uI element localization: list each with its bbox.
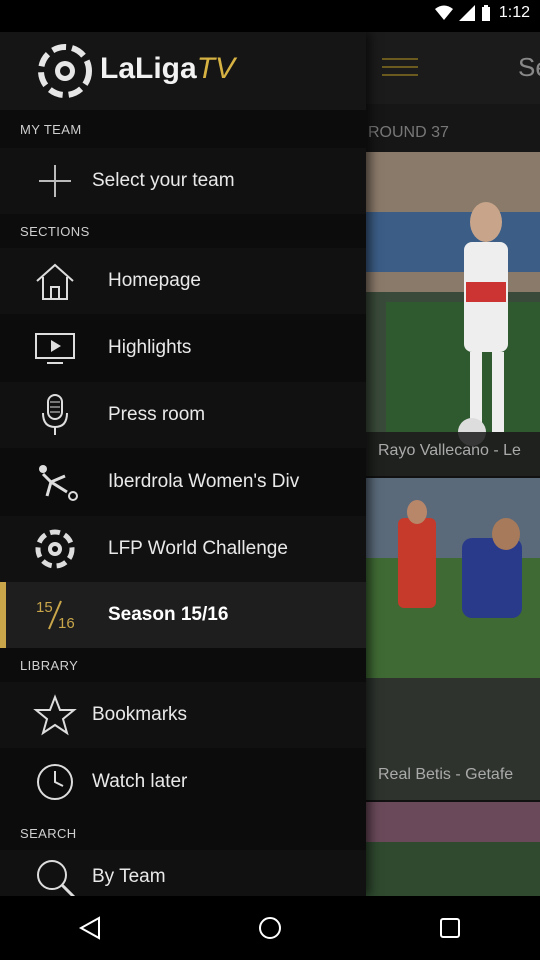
microphone-icon [30,393,80,437]
sidebar-item-label: LFP World Challenge [108,538,288,559]
sidebar-item-label: Watch later [92,771,188,792]
video-thumbnail [366,802,540,896]
sidebar-item-highlights[interactable]: Highlights [0,315,366,381]
clock-icon [30,760,80,804]
page-title: Se [518,52,540,82]
card-title: Rayo Vallecano - Le [378,442,521,459]
laliga-logo-icon [38,44,92,98]
menu-icon[interactable] [382,52,418,80]
sidebar-item-label: Highlights [108,337,192,358]
sidebar-item-label: Bookmarks [92,704,188,725]
brand-text: LaLiga [100,52,197,85]
sidebar-item-homepage[interactable]: Homepage [0,248,366,314]
home-icon [30,259,80,303]
status-time: 1:12 [498,4,530,21]
selected-indicator [0,582,6,648]
brand-header: LaLigaTV [0,32,366,110]
video-card[interactable] [366,802,540,898]
status-bar: 1:12 [0,0,540,32]
system-navigation-bar [0,896,540,960]
wifi-icon [434,5,453,20]
sidebar-item-label: Iberdrola Women's Div [108,471,300,492]
plus-icon [30,159,80,203]
sidebar-item-watch-later[interactable]: Watch later [0,749,366,815]
main-content: Se ROUND 37 Rayo Vallecano - Le [366,32,540,898]
signal-icon [458,5,475,21]
recents-icon [440,918,460,938]
section-title-my-team: MY TEAM [20,122,82,137]
player-kick-icon [30,460,80,504]
section-title-search: SEARCH [20,826,77,841]
round-label: ROUND 37 [368,124,449,141]
sidebar-item-press-room[interactable]: Press room [0,382,366,448]
sidebar-item-label: Press room [108,404,206,425]
video-card[interactable]: Rayo Vallecano - Le [366,152,540,478]
brand-name: LaLigaTV [100,52,235,86]
recents-button[interactable] [430,908,470,948]
card-title: Real Betis - Getafe [378,766,514,783]
sidebar-item-lfp-world-challenge[interactable]: LFP World Challenge [0,516,366,582]
home-circle-icon [259,917,281,939]
laliga-logo-icon [30,527,80,571]
season-icon-top: 15 [36,599,53,616]
season-icon: 15 16 [30,593,80,637]
select-team-item[interactable]: Select your team [0,148,366,214]
select-team-label: Select your team [92,170,235,191]
section-title-library: LIBRARY [20,658,79,673]
status-right: 1:12 [434,4,530,22]
back-icon [78,916,100,940]
video-thumbnail [366,152,540,476]
navigation-drawer: LaLigaTV MY TEAM Select your team SECTIO… [0,32,366,896]
tv-play-icon [30,326,80,370]
home-button[interactable] [250,908,290,948]
sidebar-item-by-team[interactable]: By Team [0,850,366,896]
sidebar-item-bookmarks[interactable]: Bookmarks [0,682,366,748]
sidebar-item-season[interactable]: 15 16 Season 15/16 [0,582,366,648]
star-icon [30,693,80,737]
sidebar-item-label: Homepage [108,270,201,291]
sidebar-item-iberdrola[interactable]: Iberdrola Women's Div [0,449,366,515]
battery-icon [481,5,490,21]
video-card[interactable]: Real Betis - Getafe [366,478,540,802]
section-title-sections: SECTIONS [20,224,90,239]
top-bar: Se [366,32,540,104]
status-icons [434,5,491,21]
brand-suffix: TV [196,52,236,85]
season-icon-bottom: 16 [58,615,75,632]
sidebar-item-label: Season 15/16 [108,604,229,625]
video-thumbnail [366,478,540,800]
search-icon [30,856,80,896]
sidebar-item-label: By Team [92,866,166,887]
back-button[interactable] [70,908,110,948]
